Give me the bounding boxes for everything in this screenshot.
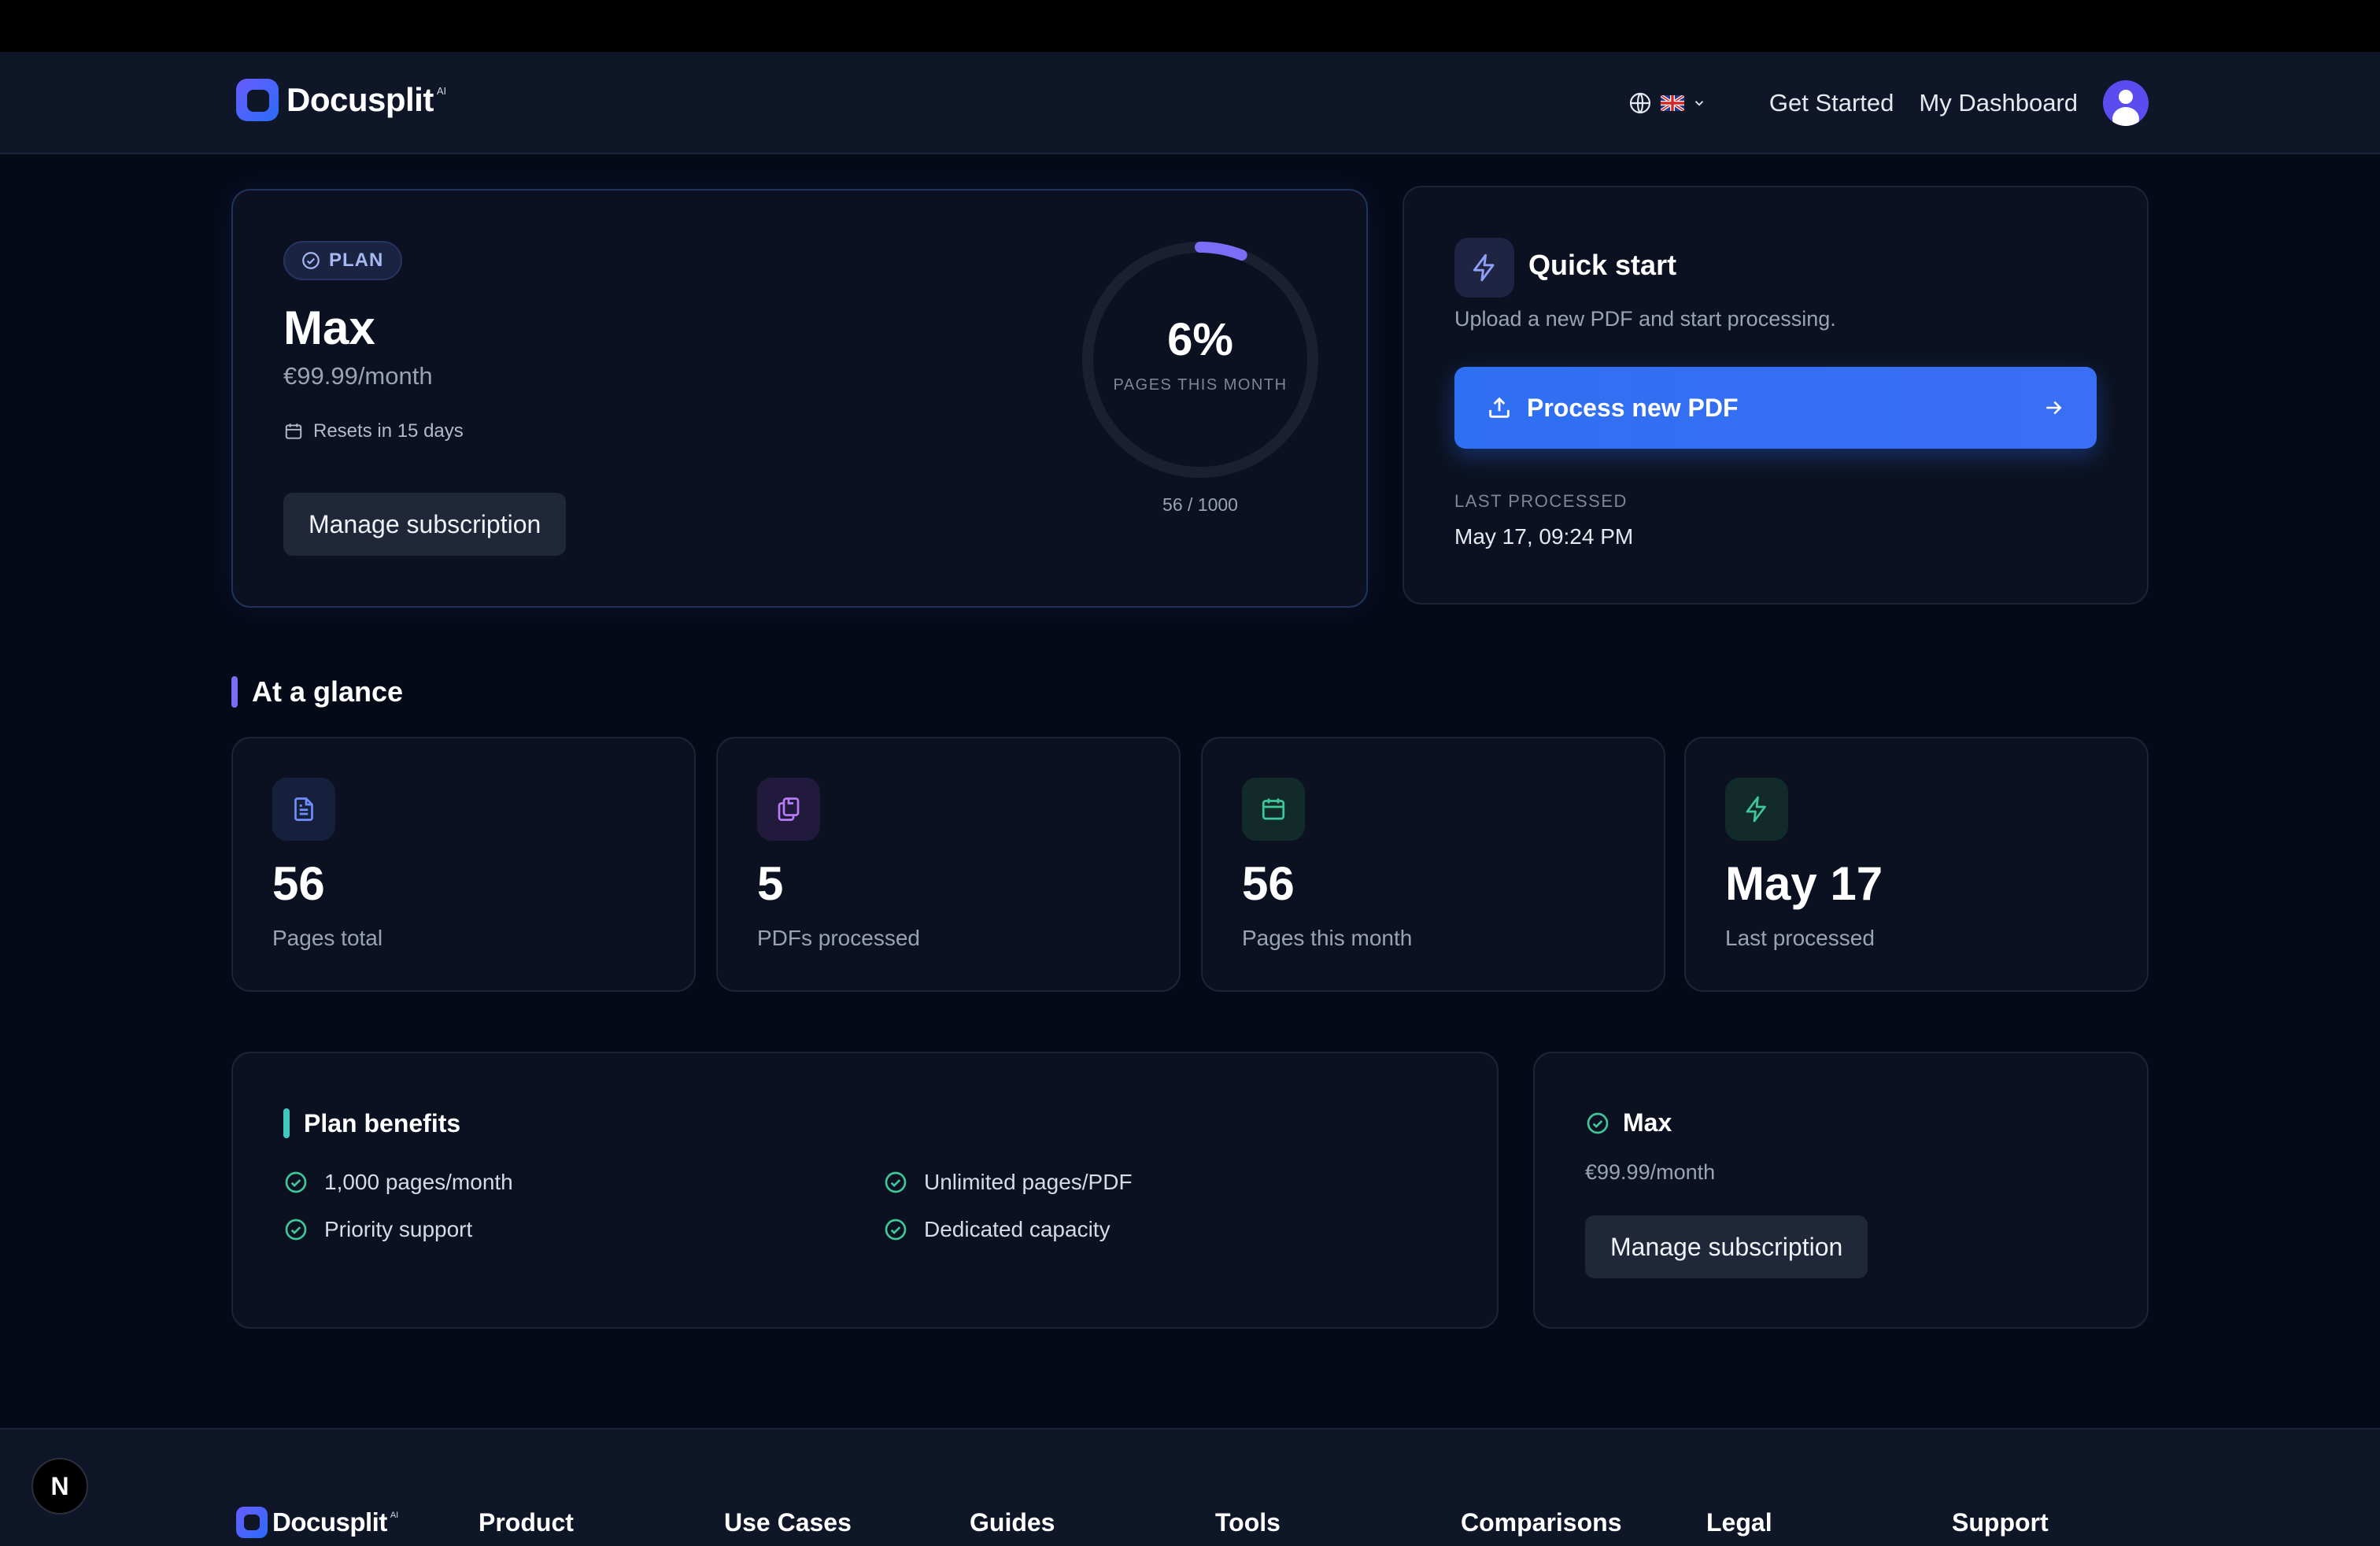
quick-start-title: Quick start <box>1528 249 1677 281</box>
quick-start-description: Upload a new PDF and start processing. <box>1454 307 1836 331</box>
footer-brand-name: Docusplit <box>272 1507 387 1537</box>
brand-logo[interactable]: Docusplit AI <box>236 79 446 121</box>
plan-card: PLAN Max €99.99/month Resets in 15 days … <box>231 189 1368 608</box>
uk-flag-icon <box>1660 95 1684 111</box>
calendar-icon <box>285 423 302 439</box>
footer-heading-support: Support <box>1952 1508 2049 1537</box>
plan-badge: PLAN <box>283 241 403 280</box>
arrow-right-icon <box>2046 401 2062 415</box>
logo-mark-icon <box>236 79 279 121</box>
stat-value: 56 <box>272 857 325 910</box>
quick-start-card: Quick start Upload a new PDF and start p… <box>1402 186 2149 605</box>
plan-name: Max <box>283 301 375 354</box>
document-icon <box>294 797 313 821</box>
quick-start-icon-tile <box>1454 238 1514 298</box>
plan-price: €99.99/month <box>283 362 433 390</box>
plan-reset-text: Resets in 15 days <box>313 420 464 442</box>
benefit-text: Unlimited pages/PDF <box>924 1170 1133 1194</box>
at-a-glance-title: At a glance <box>252 675 404 708</box>
current-plan-summary-card: Max €99.99/month Manage subscription <box>1533 1052 2149 1329</box>
footer-heading-comparisons: Comparisons <box>1461 1508 1622 1537</box>
footer-heading-legal: Legal <box>1706 1508 1772 1537</box>
nextjs-dev-badge[interactable]: N <box>31 1458 88 1515</box>
manage-subscription-button[interactable]: Manage subscription <box>1585 1215 1868 1278</box>
stat-value: May 17 <box>1725 857 1883 910</box>
current-plan-title: Max <box>1585 1108 1672 1137</box>
footer-brand-superscript: AI <box>390 1511 399 1520</box>
bolt-icon <box>1746 796 1766 823</box>
stat-card-pages-this-month: 56 Pages this month <box>1201 737 1665 992</box>
stat-icon-tile <box>1725 778 1788 841</box>
language-selector[interactable] <box>1628 91 1706 116</box>
stat-label: PDFs processed <box>757 926 920 950</box>
window-top-bar <box>0 0 2380 52</box>
footer-logo[interactable]: Docusplit AI <box>236 1507 398 1538</box>
globe-icon <box>1629 92 1650 114</box>
section-accent-bar <box>231 676 238 708</box>
plan-benefits-title: Plan benefits <box>304 1108 461 1137</box>
process-new-pdf-label: Process new PDF <box>1527 393 1739 422</box>
stat-value: 5 <box>757 857 784 910</box>
footer-heading-product: Product <box>479 1508 574 1537</box>
site-footer: Docusplit AI Product Use Cases Guides To… <box>0 1428 2380 1546</box>
usage-ring: 6% PAGES THIS MONTH <box>1078 238 1322 482</box>
benefit-item: Unlimited pages/PDF <box>883 1170 1133 1195</box>
check-circle-icon <box>285 1171 307 1193</box>
site-header: Docusplit AI Get Started My Dashboard <box>0 52 2380 154</box>
my-dashboard-link[interactable]: My Dashboard <box>1919 89 2078 117</box>
check-circle-icon <box>1587 1112 1609 1134</box>
upload-icon <box>1489 397 1510 418</box>
copy-icon <box>778 797 800 821</box>
plan-benefits-card: Plan benefits 1,000 pages/month Unlimite… <box>231 1052 1499 1329</box>
last-processed-value: May 17, 09:24 PM <box>1454 524 1634 549</box>
plan-reset-info: Resets in 15 days <box>283 420 464 442</box>
section-accent-bar <box>283 1108 290 1138</box>
footer-heading-tools: Tools <box>1215 1508 1281 1537</box>
check-circle-icon <box>302 252 320 269</box>
plan-benefits-heading: Plan benefits <box>283 1108 460 1138</box>
bolt-icon <box>1473 253 1495 282</box>
footer-heading-guides: Guides <box>970 1508 1055 1537</box>
avatar-body <box>2112 107 2139 126</box>
last-processed-label: LAST PROCESSED <box>1454 491 1628 511</box>
current-plan-name: Max <box>1623 1108 1672 1137</box>
benefit-text: Priority support <box>324 1217 473 1241</box>
stat-card-pages-total: 56 Pages total <box>231 737 696 992</box>
manage-subscription-button[interactable]: Manage subscription <box>283 493 567 556</box>
stat-label: Last processed <box>1725 926 1875 950</box>
logo-mark-icon <box>236 1507 268 1538</box>
plan-badge-label: PLAN <box>329 250 384 271</box>
stat-icon-tile <box>757 778 820 841</box>
stat-label: Pages this month <box>1242 926 1413 950</box>
usage-count: 56 / 1000 <box>1162 494 1238 515</box>
brand-superscript: AI <box>436 84 447 97</box>
benefit-item: Dedicated capacity <box>883 1217 1111 1242</box>
footer-heading-use-cases: Use Cases <box>724 1508 852 1537</box>
check-circle-icon <box>885 1171 907 1193</box>
get-started-link[interactable]: Get Started <box>1769 89 1894 117</box>
stat-card-last-processed: May 17 Last processed <box>1684 737 2149 992</box>
stat-icon-tile <box>1242 778 1305 841</box>
benefit-item: 1,000 pages/month <box>283 1170 513 1195</box>
benefit-text: Dedicated capacity <box>924 1217 1111 1241</box>
stat-label: Pages total <box>272 926 383 950</box>
stat-icon-tile <box>272 778 335 841</box>
usage-caption: PAGES THIS MONTH <box>1113 376 1288 394</box>
usage-percent: 6% <box>1167 314 1233 365</box>
process-new-pdf-button[interactable]: Process new PDF <box>1454 367 2097 449</box>
current-plan-price: €99.99/month <box>1585 1160 1716 1184</box>
brand-name: Docusplit <box>286 81 434 118</box>
avatar-head <box>2119 90 2133 104</box>
benefit-item: Priority support <box>283 1217 472 1242</box>
stat-value: 56 <box>1242 857 1295 910</box>
stat-card-pdfs-processed: 5 PDFs processed <box>716 737 1181 992</box>
chevron-down-icon <box>1694 101 1704 106</box>
main-nav: Get Started My Dashboard <box>1628 79 2149 128</box>
check-circle-icon <box>285 1219 307 1241</box>
benefit-text: 1,000 pages/month <box>324 1170 513 1194</box>
user-avatar[interactable] <box>2103 80 2149 126</box>
at-a-glance-heading: At a glance <box>231 675 403 708</box>
check-circle-icon <box>885 1219 907 1241</box>
calendar-icon <box>1262 798 1285 820</box>
